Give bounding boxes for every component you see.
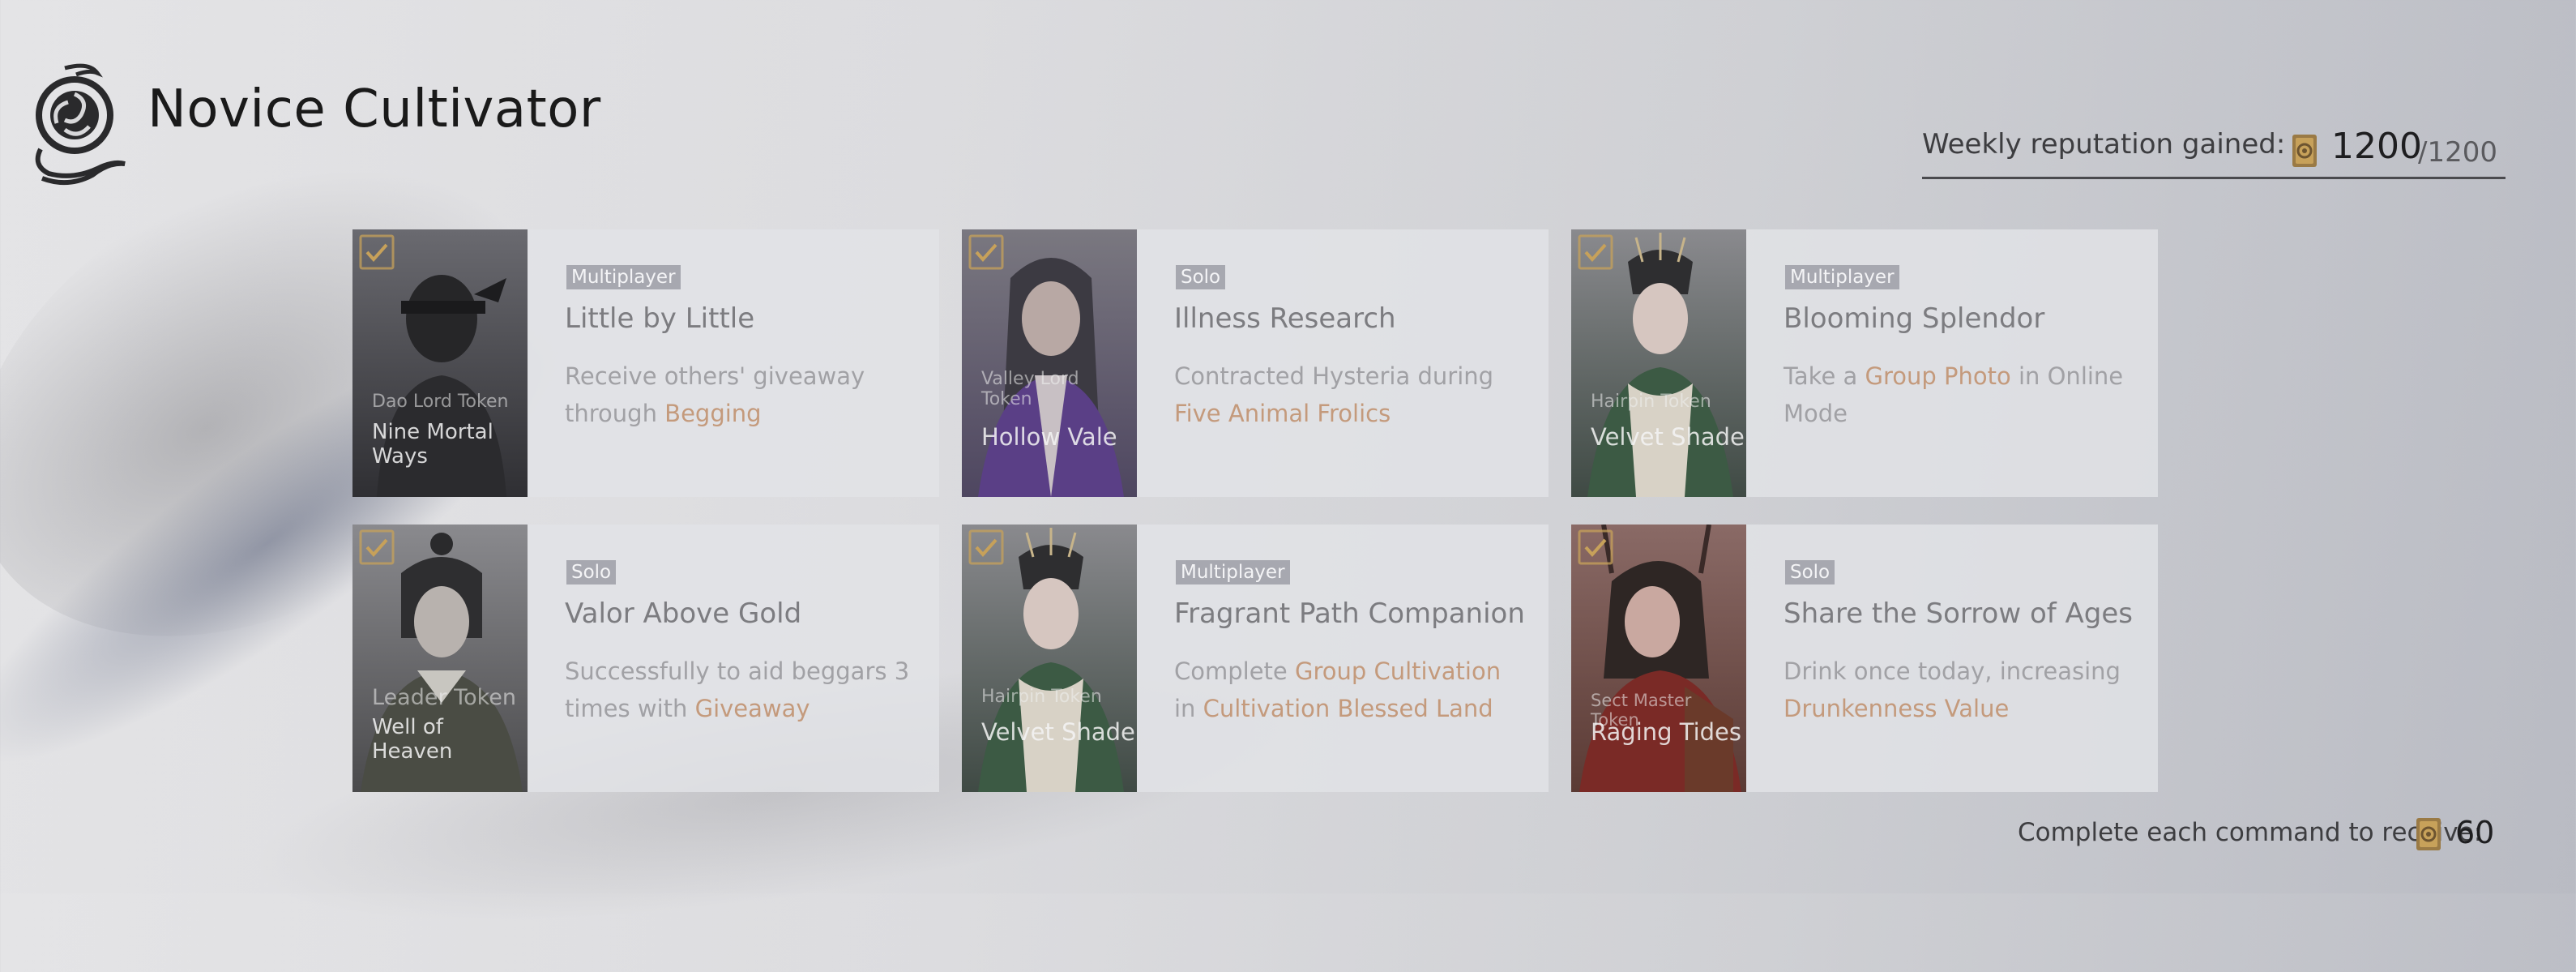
command-card[interactable]: Valley Lord Token Hollow Vale Solo Illne… xyxy=(962,229,1549,497)
mode-badge: Solo xyxy=(1785,560,1835,584)
check-icon xyxy=(359,529,395,565)
swirl-emblem-icon xyxy=(24,58,138,188)
token-name: Nine Mortal Ways xyxy=(372,420,493,469)
token-portrait: Dao Lord Token Nine Mortal Ways xyxy=(352,229,528,497)
highlight-keyword: Group Cultivation xyxy=(1294,657,1502,685)
token-type: Valley Lord Token xyxy=(981,369,1079,409)
reward-label: Complete each command to receive: xyxy=(2018,818,2483,847)
mode-badge: Solo xyxy=(1176,265,1226,289)
highlight-keyword: Five Animal Frolics xyxy=(1174,400,1391,427)
command-description: Contracted Hysteria during Five Animal F… xyxy=(1174,362,1494,427)
token-name: Hollow Vale xyxy=(981,423,1117,451)
command-title: Fragrant Path Companion xyxy=(1174,597,1525,630)
command-description: Successfully to aid beggars 3 times with… xyxy=(565,657,910,722)
token-portrait: Valley Lord Token Hollow Vale xyxy=(962,229,1137,497)
reward-footer: Complete each command to receive: 60 xyxy=(2018,815,2504,855)
check-icon xyxy=(968,234,1004,270)
reputation-token-icon xyxy=(2415,816,2442,852)
command-card[interactable]: Leader Token Well of Heaven Solo Valor A… xyxy=(352,525,939,792)
token-portrait: Hairpin Token Velvet Shade xyxy=(1571,229,1746,497)
token-portrait: Sect Master Token Raging Tides xyxy=(1571,525,1746,792)
command-title: Valor Above Gold xyxy=(565,597,802,630)
token-name: Velvet Shade xyxy=(1591,423,1745,451)
highlight-keyword: Group Photo xyxy=(1865,362,2011,390)
token-type: Dao Lord Token xyxy=(372,392,509,412)
command-card[interactable]: Hairpin Token Velvet Shade Multiplayer F… xyxy=(962,525,1549,792)
command-title: Little by Little xyxy=(565,302,755,335)
token-type: Hairpin Token xyxy=(981,687,1102,707)
token-name: Well of Heaven xyxy=(372,715,453,764)
token-portrait: Hairpin Token Velvet Shade xyxy=(962,525,1137,792)
highlight-keyword: Drunkenness Value xyxy=(1784,695,2010,722)
page-title: Novice Cultivator xyxy=(147,79,601,139)
command-card[interactable]: Sect Master Token Raging Tides Solo Shar… xyxy=(1571,525,2158,792)
token-type: Hairpin Token xyxy=(1591,392,1711,412)
token-type: Leader Token xyxy=(372,685,516,710)
highlight-keyword: Begging xyxy=(664,400,762,427)
token-name: Velvet Shade xyxy=(981,718,1135,746)
check-icon xyxy=(1578,529,1613,565)
token-portrait: Leader Token Well of Heaven xyxy=(352,525,528,792)
mode-badge: Multiplayer xyxy=(1176,560,1290,584)
command-title: Share the Sorrow of Ages xyxy=(1784,597,2133,630)
weekly-reputation-label: Weekly reputation gained: xyxy=(1922,128,2286,161)
command-card[interactable]: Dao Lord Token Nine Mortal Ways Multipla… xyxy=(352,229,939,497)
token-name: Raging Tides xyxy=(1591,718,1741,746)
reputation-token-icon xyxy=(2291,133,2318,169)
weekly-reputation-value: 1200 xyxy=(2331,126,2422,167)
command-title: Blooming Splendor xyxy=(1784,302,2045,335)
check-icon xyxy=(359,234,395,270)
highlight-keyword: Giveaway xyxy=(694,695,810,722)
highlight-keyword: Cultivation Blessed Land xyxy=(1203,695,1493,722)
mode-badge: Solo xyxy=(566,560,617,584)
reward-value: 60 xyxy=(2455,815,2495,850)
command-card[interactable]: Hairpin Token Velvet Shade Multiplayer B… xyxy=(1571,229,2158,497)
mode-badge: Multiplayer xyxy=(566,265,681,289)
command-description: Complete Group Cultivation in Cultivatio… xyxy=(1174,657,1502,722)
command-description: Take a Group Photo in Online Mode xyxy=(1784,362,2124,427)
mode-badge: Multiplayer xyxy=(1785,265,1899,289)
weekly-reputation: Weekly reputation gained: 1200 /1200 xyxy=(1922,122,2506,179)
command-description: Receive others' giveaway through Begging xyxy=(565,362,865,427)
check-icon xyxy=(968,529,1004,565)
command-description: Drink once today, increasing Drunkenness… xyxy=(1784,657,2121,722)
weekly-reputation-max: /1200 xyxy=(2418,136,2497,169)
command-title: Illness Research xyxy=(1174,302,1396,335)
check-icon xyxy=(1578,234,1613,270)
